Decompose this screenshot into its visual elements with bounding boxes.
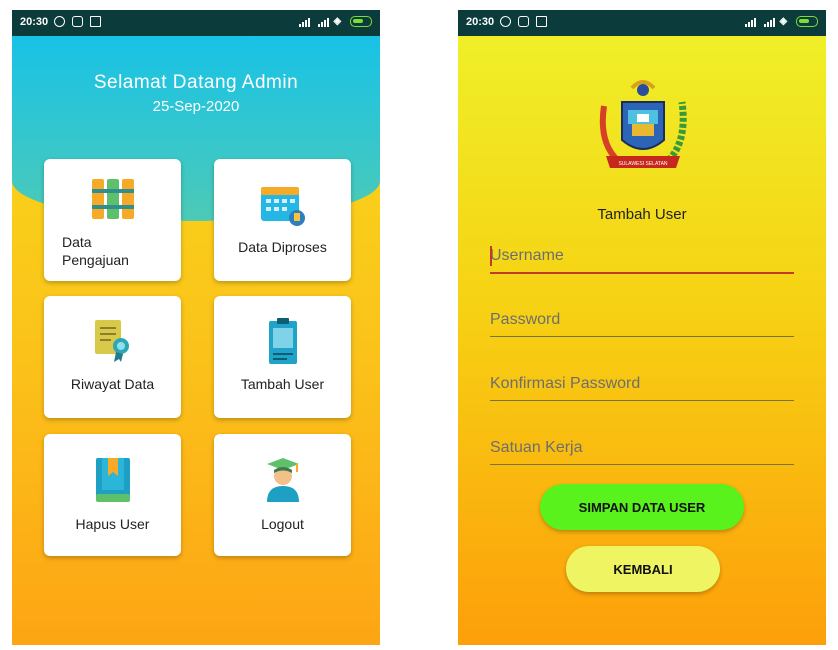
status-time: 20:30: [466, 16, 495, 28]
back-button[interactable]: KEMBALI: [566, 546, 720, 592]
graduate-icon: [266, 458, 299, 502]
menu-label: Data Diproses: [238, 239, 327, 255]
clipboard-icon: [268, 318, 297, 364]
form-title: Tambah User: [597, 206, 687, 223]
confirm-password-input[interactable]: [490, 370, 794, 398]
instagram-icon: [500, 16, 511, 27]
svg-text:SULAWESI SELATAN: SULAWESI SELATAN: [618, 161, 667, 167]
welcome-date: 25-Sep-2020: [152, 98, 240, 115]
menu-label: Tambah User: [240, 376, 325, 392]
add-user-screen: 20:30 ◈ SULAWESI SELATAN Tambah User Use…: [458, 10, 826, 645]
battery-icon: [350, 16, 372, 27]
signal-icon: [317, 16, 330, 28]
calendar-icon: [260, 187, 305, 226]
book-icon: [95, 458, 130, 502]
save-user-button[interactable]: SIMPAN DATA USER: [540, 484, 744, 530]
status-time: 20:30: [20, 16, 49, 28]
signal-icon: [298, 16, 311, 28]
menu-card-data-diproses[interactable]: Data Diproses: [214, 159, 351, 281]
menu-card-logout[interactable]: Logout: [214, 434, 351, 556]
password-field[interactable]: [490, 306, 794, 337]
certificate-icon: [94, 320, 129, 362]
work-unit-field[interactable]: [490, 434, 794, 465]
menu-card-riwayat-data[interactable]: Riwayat Data: [44, 296, 181, 418]
menu-card-data-pengajuan[interactable]: Data Pengajuan: [44, 159, 181, 281]
signal-icon: [744, 16, 757, 28]
menu-card-hapus-user[interactable]: Hapus User: [44, 434, 181, 556]
status-bar: 20:30 ◈: [458, 10, 826, 36]
welcome-title: Selamat Datang Admin: [93, 72, 299, 93]
username-input[interactable]: [490, 242, 794, 270]
username-field[interactable]: [490, 242, 794, 274]
gallery-icon: [518, 16, 529, 27]
province-emblem-logo: SULAWESI SELATAN: [599, 80, 687, 168]
confirm-password-field[interactable]: [490, 370, 794, 401]
work-unit-input[interactable]: [490, 434, 794, 462]
wifi-icon: ◈: [333, 16, 343, 28]
menu-card-tambah-user[interactable]: Tambah User: [214, 296, 351, 418]
menu-label: Riwayat Data: [70, 376, 155, 392]
status-indicators: ◈: [742, 16, 818, 28]
wifi-icon: ◈: [779, 16, 789, 28]
shop-icon: [536, 16, 547, 27]
status-bar: 20:30 ◈: [12, 10, 380, 36]
shop-icon: [90, 16, 101, 27]
files-icon: [91, 179, 134, 219]
password-input[interactable]: [490, 306, 794, 334]
dashboard-screen: 20:30 ◈ Selamat Datang Admin 25-Sep-2020…: [12, 10, 380, 645]
menu-label: Logout: [261, 516, 304, 532]
status-indicators: ◈: [296, 16, 372, 28]
menu-label: Pengajuan: [62, 252, 129, 268]
signal-icon: [763, 16, 776, 28]
instagram-icon: [54, 16, 65, 27]
menu-label: Hapus User: [75, 516, 150, 532]
gallery-icon: [72, 16, 83, 27]
menu-label: Data: [62, 234, 92, 250]
battery-icon: [796, 16, 818, 27]
